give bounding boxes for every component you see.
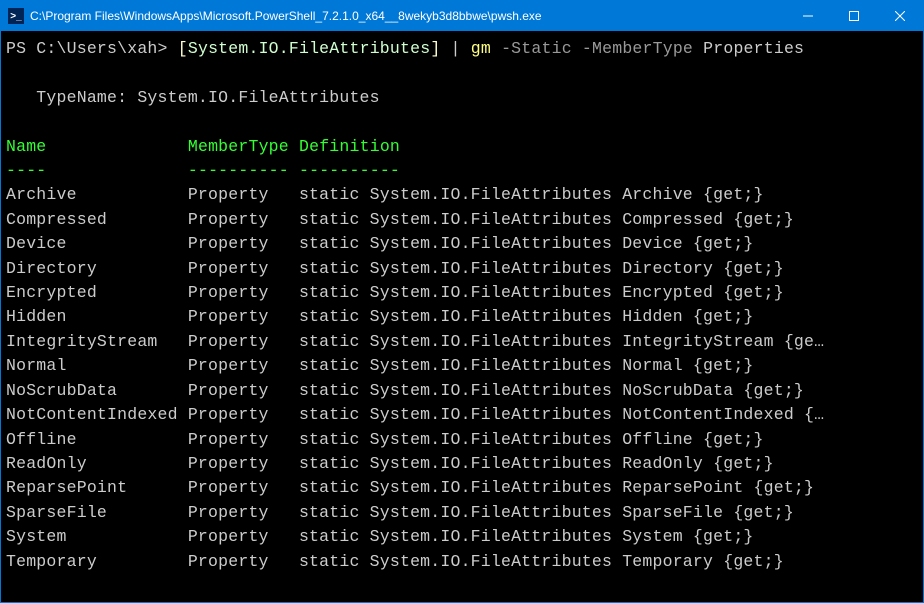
underline-definition: ---------- xyxy=(299,161,400,180)
bracket-open: [ xyxy=(178,39,188,58)
underline-name: ---- xyxy=(6,161,46,180)
type-name: System.IO.FileAttributes xyxy=(188,39,430,58)
terminal-content[interactable]: PS C:\Users\xah> [System.IO.FileAttribut… xyxy=(1,31,923,576)
typename-line: TypeName: System.IO.FileAttributes xyxy=(6,88,380,107)
minimize-button[interactable] xyxy=(785,1,831,31)
output-rows: Archive Property static System.IO.FileAt… xyxy=(6,183,918,574)
header-definition: Definition xyxy=(299,137,400,156)
minimize-icon xyxy=(803,11,813,21)
app-icon: >_ xyxy=(8,8,24,24)
header-name: Name xyxy=(6,137,46,156)
underline-membertype: ---------- xyxy=(188,161,289,180)
window-title: C:\Program Files\WindowsApps\Microsoft.P… xyxy=(30,9,785,23)
close-icon xyxy=(895,11,905,21)
prompt-prefix: PS C:\Users\xah> xyxy=(6,39,168,58)
arg-properties: Properties xyxy=(703,39,804,58)
pwsh-window: >_ C:\Program Files\WindowsApps\Microsof… xyxy=(0,0,924,603)
window-controls xyxy=(785,1,923,31)
param-static: -Static xyxy=(501,39,572,58)
maximize-button[interactable] xyxy=(831,1,877,31)
close-button[interactable] xyxy=(877,1,923,31)
pipe-symbol: | xyxy=(451,39,461,58)
cmdlet-name: gm xyxy=(471,39,491,58)
titlebar[interactable]: >_ C:\Program Files\WindowsApps\Microsof… xyxy=(1,1,923,31)
maximize-icon xyxy=(849,11,859,21)
header-membertype: MemberType xyxy=(188,137,289,156)
bracket-close: ] xyxy=(430,39,440,58)
param-membertype: -MemberType xyxy=(582,39,693,58)
